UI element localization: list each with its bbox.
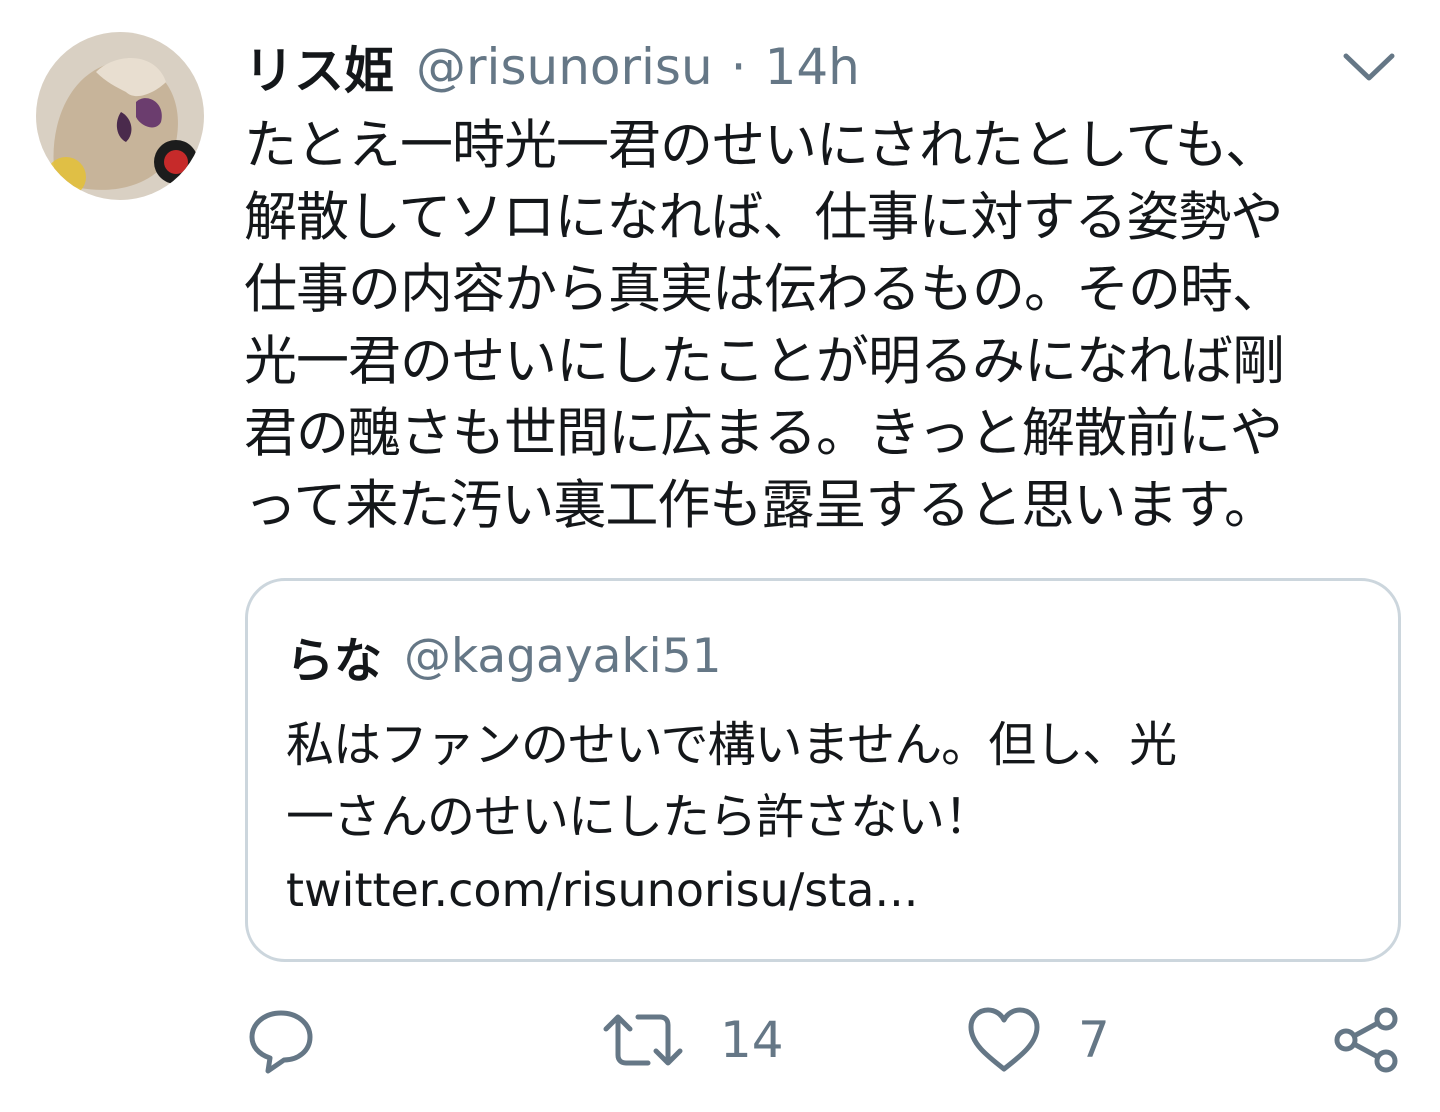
quoted-tweet-text: 私はファンのせいで構いません。但し、光 一さんのせいにしたら許さない！ [286,709,1376,853]
tweet-menu-button[interactable] [1338,42,1400,92]
share-icon [1334,1007,1398,1073]
author-display-name[interactable]: リス姫 [244,31,394,103]
tweet-text: たとえ一時光一君のせいにされたとしても、 解散してソロになれば、仕事に対する姿勢… [244,110,1414,542]
chevron-down-icon [1343,53,1395,81]
quoted-author-handle: @kagayaki51 [404,628,722,684]
author-handle[interactable]: @risunorisu [416,38,713,96]
reply-button[interactable] [246,1000,352,1080]
tweet-text-line: 解散してソロになれば、仕事に対する姿勢や [244,187,1283,248]
share-button[interactable] [1332,1000,1402,1080]
quoted-tweet-link[interactable]: twitter.com/risunorisu/sta... [286,863,918,917]
retweet-icon [603,1014,683,1066]
retweet-button[interactable]: 14 [602,1000,784,1080]
tweet-header: リス姫 @risunorisu · 14h [244,32,860,102]
like-count: 7 [1078,1011,1110,1069]
like-button[interactable]: 7 [966,1000,1110,1080]
quoted-author-display-name: らな [286,633,383,689]
reply-icon [249,1010,313,1074]
tweet-text-line: 仕事の内容から真実は伝わるもの。その時、 [244,259,1285,320]
tweet-timestamp[interactable]: 14h [765,38,860,96]
tweet-actions-bar: 14 7 [0,1000,1440,1080]
quoted-tweet-card[interactable]: らな @kagayaki51 私はファンのせいで構いません。但し、光 一さんのせ… [245,578,1401,962]
quoted-text-line: 私はファンのせいで構いません。但し、光 [286,717,1177,773]
heart-icon [968,1007,1040,1072]
quoted-text-line: 一さんのせいにしたら許さない！ [286,789,992,845]
header-separator: · [730,38,747,96]
tweet-text-line: たとえ一時光一君のせいにされたとしても、 [244,115,1278,176]
tweet-text-line: 君の醜さも世間に広まる。きっと解散前にや [244,403,1283,464]
tweet-text-line: 光一君のせいにしたことが明るみになれば剛 [244,331,1285,392]
tweet-text-line: って来た汚い裏工作も露呈すると思います。 [244,475,1277,536]
retweet-count: 14 [720,1011,784,1069]
avatar-image [36,32,204,200]
quoted-tweet-header: らな @kagayaki51 [286,621,722,691]
avatar[interactable] [36,32,204,200]
